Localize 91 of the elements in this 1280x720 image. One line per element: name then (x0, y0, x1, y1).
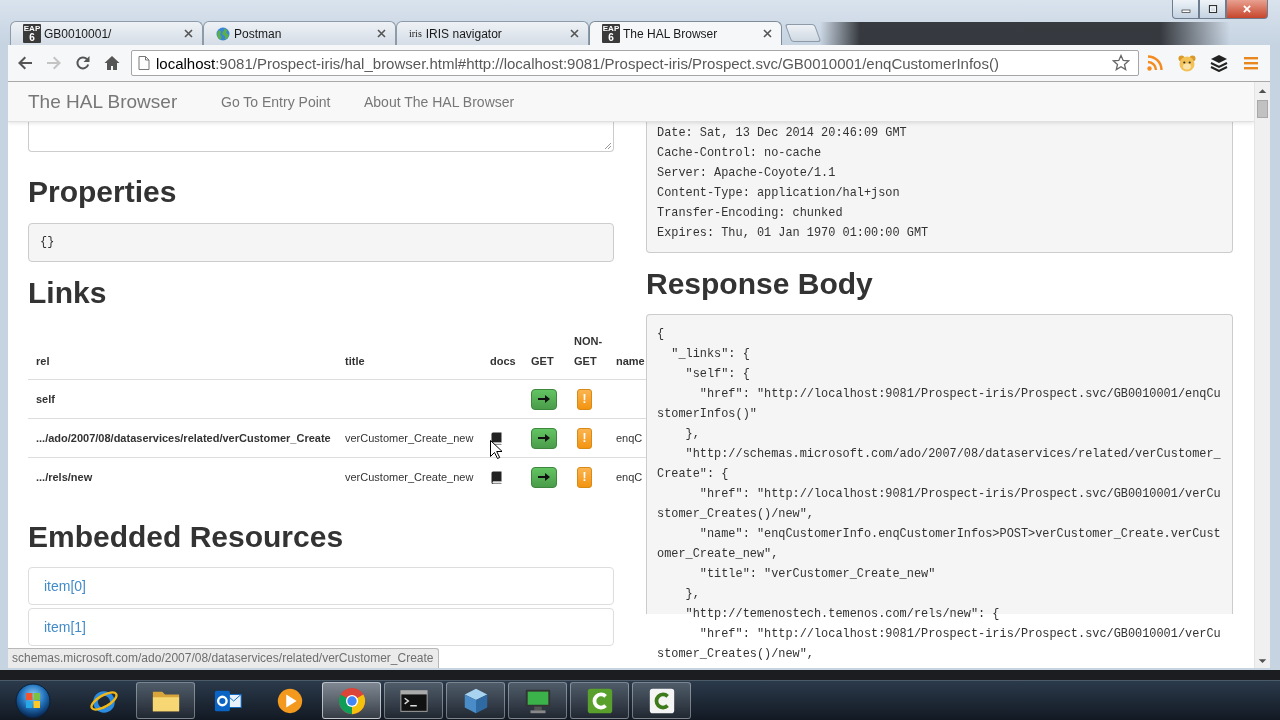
code-block: {} (28, 223, 614, 262)
browser-tab[interactable]: Postman (203, 21, 396, 45)
tricolor-wheel-icon (336, 685, 367, 716)
code-line: Cache-Control: no-cache (657, 145, 823, 162)
nav-link[interactable]: About The HAL Browser (364, 93, 515, 110)
code-line: "http://temenostech.temenos.com/rels/new": { (684, 606, 1001, 623)
resize-grip-icon[interactable] (604, 142, 612, 150)
code-line: }, (684, 586, 701, 603)
taskbar-button[interactable] (322, 682, 381, 719)
start-orb-icon[interactable] (14, 681, 52, 720)
globe-icon (216, 26, 230, 41)
taskbar-button[interactable] (384, 682, 443, 719)
page-icon[interactable] (138, 56, 150, 70)
right-arrow-icon (538, 472, 550, 483)
code-line: }, (684, 426, 701, 443)
code-line: "href": "http://localhost:9081/Prospect-iris/Prospect.svc/GB0010001/verCu (698, 486, 1222, 503)
table-cell: verCustomer_Create_new (345, 432, 474, 444)
code-line: "href": "http://localhost:9081/Prospect-iris/Prospect.svc/GB0010001/verCu (698, 626, 1222, 643)
vertical-scrollbar[interactable] (1254, 82, 1270, 668)
tab-favicon: iris (409, 28, 422, 39)
status-bubble: schemas.microsoft.com/ado/2007/08/dataservices/related/verCustomer_Create (8, 648, 439, 668)
resource-link[interactable]: item[0] (44, 577, 86, 594)
left-arrow-icon[interactable] (17, 55, 33, 71)
code-line: stomer_Creates()/new", (657, 506, 815, 523)
reload-icon[interactable] (75, 55, 91, 71)
right-arrow-icon (538, 433, 550, 443)
address-field[interactable]: localhost:9081/Prospect-iris/hal_browser.html#http://localhost:9081/Prospect-iris/Prospect.svc/GB0010001/enqCustomerInfos() (131, 50, 1139, 76)
taskbar-button[interactable] (446, 682, 505, 719)
close-icon[interactable] (570, 29, 579, 38)
section-heading: Links (28, 276, 108, 309)
cursor-icon (490, 440, 502, 459)
get-button[interactable] (531, 427, 557, 449)
code-line: Transfer-Encoding: chunked (657, 205, 844, 222)
column-header: title (345, 355, 365, 367)
layers-icon[interactable] (1210, 54, 1228, 72)
get-button[interactable] (531, 388, 557, 410)
section-heading: Response Body (646, 267, 874, 300)
code-line: "self": { (684, 366, 751, 383)
resource-link[interactable]: item[1] (44, 618, 86, 635)
table-cell: enqC (616, 471, 643, 484)
code-line: "href": "http://localhost:9081/Prospect-iris/Prospect.svc/GB0010001/enqCu (698, 386, 1222, 403)
book-icon[interactable] (491, 431, 502, 445)
tab-favicon: EAP 6 (602, 24, 620, 43)
code-line: "_links": { (670, 346, 751, 363)
table-cell: .../rels/new (36, 471, 93, 484)
code-line: "title": "verCustomer_Create_new" (698, 566, 937, 583)
tab-favicon: EAP 6 (23, 24, 41, 43)
home-icon[interactable] (104, 55, 120, 71)
code-line: omer_Create_new", (657, 546, 780, 563)
taskbar-button[interactable] (632, 682, 691, 719)
code-line: Date: Sat, 13 Dec 2014 20:46:09 GMT (657, 125, 908, 142)
table-cell: verCustomer_Create_new (345, 471, 474, 484)
taskbar-button[interactable] (570, 682, 629, 719)
brand-link[interactable]: The HAL Browser (28, 90, 221, 113)
close-icon[interactable] (763, 29, 772, 38)
table-cell: self (36, 393, 55, 405)
close-button[interactable] (1226, 0, 1268, 19)
close-icon[interactable] (184, 29, 193, 38)
column-header: NON-GET (574, 335, 603, 367)
code-line: stomerInfos()" (657, 406, 758, 423)
browser-tab[interactable]: iris IRIS navigator (396, 21, 589, 45)
column-header: GET (531, 355, 554, 367)
scrollbar-thumb[interactable] (1257, 100, 1268, 118)
close-icon (1242, 5, 1252, 13)
code-line: "name": "enqCustomerInfo.enqCustomerInfos>POST>verCustomer_Create.verCust (698, 526, 1222, 543)
code-line: Content-Type: application/hal+json (657, 185, 901, 202)
star-icon[interactable] (1112, 54, 1130, 72)
book-icon[interactable] (491, 470, 502, 484)
get-button[interactable] (531, 466, 557, 488)
code-line: Expires: Thu, 01 Jan 1970 01:00:00 GMT (657, 225, 930, 242)
table-cell: enqC (616, 432, 643, 444)
minimize-button[interactable] (1172, 0, 1199, 19)
nav-link[interactable]: Go To Entry Point (221, 93, 364, 110)
table-cell: .../ado/2007/08/dataservices/related/verCustomer_Create (36, 432, 331, 444)
section-heading: Embedded Resources (28, 519, 345, 553)
section-heading: Properties (28, 175, 178, 208)
column-header: rel (36, 355, 50, 367)
taskbar-button[interactable] (136, 682, 195, 719)
column-header: name (616, 355, 645, 367)
code-line: Server: Apache-Coyote/1.1 (657, 165, 837, 182)
face-icon[interactable] (1178, 54, 1196, 72)
maximize-icon (1207, 5, 1218, 13)
column-header: docs (490, 355, 516, 367)
close-icon[interactable] (377, 29, 386, 38)
code-line: Create": { (657, 466, 730, 483)
code-line: { (657, 326, 666, 343)
code-line: stomer_Creates()/new", (657, 646, 815, 663)
code-line: "http://schemas.microsoft.com/ado/2007/08/dataservices/related/verCustomer_ (684, 446, 1222, 463)
maximize-button[interactable] (1199, 0, 1226, 19)
right-arrow-icon (538, 394, 550, 404)
text-area-field[interactable] (28, 122, 614, 152)
